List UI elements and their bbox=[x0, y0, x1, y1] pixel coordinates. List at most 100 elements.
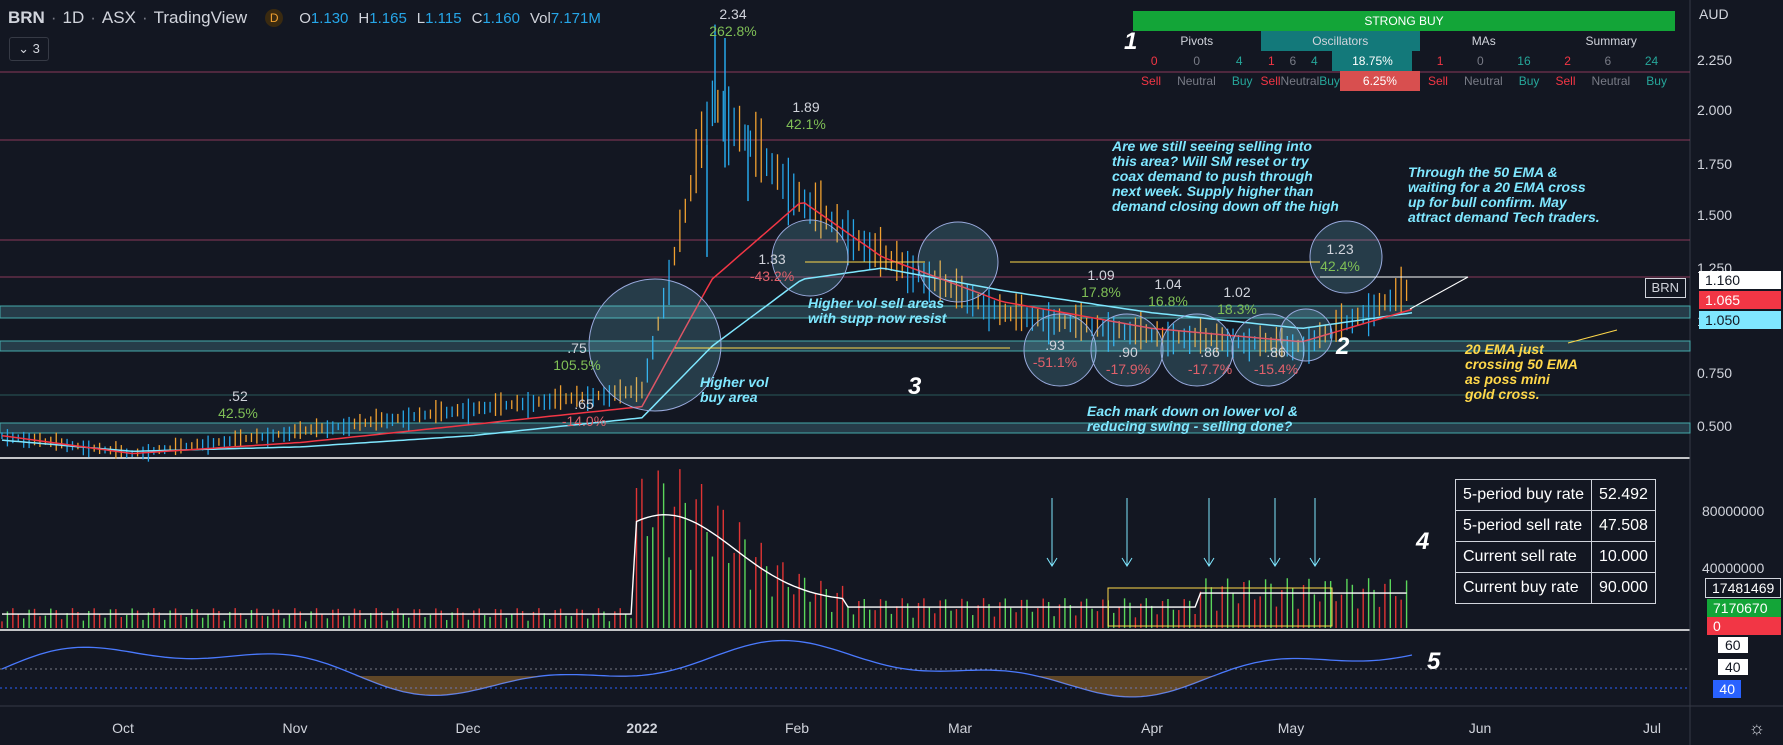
technicals-widget: STRONG BUY Pivots 0 0 4 Sell Neutral Buy Oscill… bbox=[1133, 11, 1675, 91]
swing-level-label: .93 -51.1% bbox=[1032, 337, 1078, 370]
volume-tick: 40000000 bbox=[1702, 560, 1765, 576]
data-badge-icon[interactable]: D bbox=[265, 9, 284, 27]
platform: TradingView bbox=[153, 8, 248, 27]
tech-count: 1 bbox=[1436, 54, 1444, 68]
tech-count: 2 bbox=[1564, 54, 1571, 68]
tech-count: 4 bbox=[1235, 54, 1243, 68]
tech-label: Neutral bbox=[1464, 74, 1503, 88]
annotation-note: 20 EMA just crossing 50 EMA as poss mini… bbox=[1465, 341, 1578, 402]
oscillator-tick: 60 bbox=[1718, 637, 1748, 653]
annotation-note: Are we still seeing selling into this ar… bbox=[1112, 138, 1339, 214]
tech-label: Sell bbox=[1427, 74, 1448, 88]
swing-level-label: .90 -17.9% bbox=[1105, 344, 1151, 377]
tech-label: Buy bbox=[1319, 74, 1340, 88]
oscillator-percent-1: 18.75% bbox=[1332, 51, 1413, 71]
swing-level-label: .52 42.5% bbox=[218, 388, 258, 421]
rate-row: Current buy rate 90.000 bbox=[1455, 572, 1656, 604]
price-tick: 0.750 bbox=[1697, 365, 1733, 381]
rate-label: 5-period sell rate bbox=[1455, 510, 1592, 542]
tech-count: 16 bbox=[1517, 54, 1531, 68]
section-number: 1 bbox=[1124, 28, 1138, 55]
swing-level-label: .86 -15.4% bbox=[1253, 344, 1299, 377]
tech-col-summary: Summary 2 6 24 Sell Neutral Buy bbox=[1547, 31, 1675, 91]
symbol-header: BRN · 1D · ASX · TradingView D O1.130 H1.165 L1.11… bbox=[8, 8, 611, 28]
swing-level-label: 1.04 16.8% bbox=[1148, 276, 1188, 309]
tech-label: Sell bbox=[1141, 74, 1162, 88]
rate-row: 5-period sell rate 47.508 bbox=[1455, 510, 1656, 542]
section-number: 3 bbox=[908, 373, 922, 400]
annotation-note: Each mark down on lower vol & reducing s… bbox=[1087, 403, 1298, 434]
time-tick: May bbox=[1277, 720, 1305, 736]
tech-count: 6 bbox=[1604, 54, 1612, 68]
annotation-note: Through the 50 EMA & waiting for a 20 EM… bbox=[1408, 164, 1600, 225]
oscillator-tag: 40 bbox=[1713, 680, 1741, 698]
price-tick: 0.500 bbox=[1697, 418, 1733, 434]
price-tag: 1.050 bbox=[1699, 311, 1781, 329]
tech-label: Neutral bbox=[1280, 74, 1320, 88]
tech-count: 6 bbox=[1289, 54, 1297, 68]
price-tag: 1.065 bbox=[1699, 291, 1781, 309]
swing-level-label: .86 -17.7% bbox=[1187, 344, 1233, 377]
price-tick: 2.250 bbox=[1697, 52, 1733, 68]
highlight-circle bbox=[917, 221, 999, 303]
section-number: 5 bbox=[1427, 648, 1441, 675]
tech-count: 24 bbox=[1644, 54, 1659, 68]
tech-col-title: Summary bbox=[1585, 34, 1637, 48]
tech-col-title: Oscillators bbox=[1312, 34, 1369, 48]
time-tick: Feb bbox=[784, 720, 810, 736]
time-tick: Apr bbox=[1141, 720, 1163, 736]
rate-value: 52.492 bbox=[1590, 479, 1656, 511]
symbol-name[interactable]: BRN bbox=[8, 8, 45, 27]
oscillator-tick: 40 bbox=[1718, 659, 1748, 675]
oscillator-percent-2: 6.25% bbox=[1339, 71, 1420, 91]
interval[interactable]: 1D bbox=[63, 8, 85, 27]
settings-gear-icon[interactable]: ☼ bbox=[1749, 718, 1766, 739]
tech-label: Buy bbox=[1518, 74, 1540, 88]
tech-label: Neutral bbox=[1591, 74, 1631, 88]
tech-col-oscillators: Oscillators75%16418.75%SellNeutralBuy6.2… bbox=[1260, 31, 1420, 91]
collapse-indicators-button[interactable]: ⌄ 3 bbox=[9, 37, 49, 61]
rate-label: Current buy rate bbox=[1455, 572, 1592, 604]
strong-buy-banner: STRONG BUY bbox=[1133, 11, 1675, 31]
section-number: 4 bbox=[1416, 528, 1430, 555]
buy-sell-rate-table: 5-period buy rate 52.492 5-period sell rat… bbox=[1455, 479, 1656, 604]
tech-count: 1 bbox=[1267, 54, 1275, 68]
time-tick: Dec bbox=[455, 720, 481, 736]
currency-label: AUD bbox=[1699, 6, 1729, 22]
tech-col-title: Pivots bbox=[1180, 34, 1214, 48]
rate-row: Current sell rate 10.000 bbox=[1455, 541, 1656, 573]
swing-level-label: 1.89 42.1% bbox=[786, 99, 826, 132]
support-zone bbox=[0, 340, 1691, 352]
rate-label: 5-period buy rate bbox=[1455, 479, 1592, 511]
symbol-price-tag: BRN bbox=[1644, 278, 1686, 298]
rate-value: 10.000 bbox=[1590, 541, 1656, 573]
swing-level-label: 2.34 262.8% bbox=[709, 6, 757, 39]
swing-level-label: 1.09 17.8% bbox=[1081, 267, 1121, 300]
ohlc-readout: O1.130 H1.165 L1.115 C1.160 Vol7.171M bbox=[299, 10, 601, 27]
volume-ma-line bbox=[2, 513, 1407, 615]
tech-col-mas: MAs 1 0 16 Sell Neutral Buy bbox=[1420, 31, 1548, 91]
tech-col-title: MAs bbox=[1471, 34, 1496, 48]
swing-level-label: .65 -14.0% bbox=[561, 396, 607, 429]
tech-label: Neutral bbox=[1177, 74, 1216, 88]
time-tick: Nov bbox=[282, 720, 308, 736]
rate-value: 47.508 bbox=[1590, 510, 1656, 542]
section-number: 2 bbox=[1336, 333, 1350, 360]
swing-level-label: .75 105.5% bbox=[553, 340, 601, 373]
rate-value: 90.000 bbox=[1590, 572, 1656, 604]
volume-tag: 0 bbox=[1707, 617, 1781, 635]
price-tick: 1.750 bbox=[1697, 156, 1733, 172]
tech-col-pivots: Pivots 0 0 4 Sell Neutral Buy bbox=[1133, 31, 1261, 91]
swing-level-label: 1.33 -43.2% bbox=[749, 251, 795, 284]
swing-level-label: 1.23 42.4% bbox=[1320, 241, 1360, 274]
tech-count: 0 bbox=[1193, 54, 1201, 68]
rate-label: Current sell rate bbox=[1455, 541, 1592, 573]
annotation-note: Higher vol sell areas with supp now resi… bbox=[808, 295, 947, 326]
tech-label: Buy bbox=[1231, 74, 1253, 88]
tech-label: Sell bbox=[1260, 74, 1281, 88]
time-tick: Mar bbox=[947, 720, 973, 736]
tech-label: Sell bbox=[1555, 74, 1576, 88]
volume-tick: 80000000 bbox=[1702, 503, 1765, 519]
tech-count: 0 bbox=[1477, 54, 1484, 68]
time-tick: 2022 bbox=[626, 720, 658, 736]
